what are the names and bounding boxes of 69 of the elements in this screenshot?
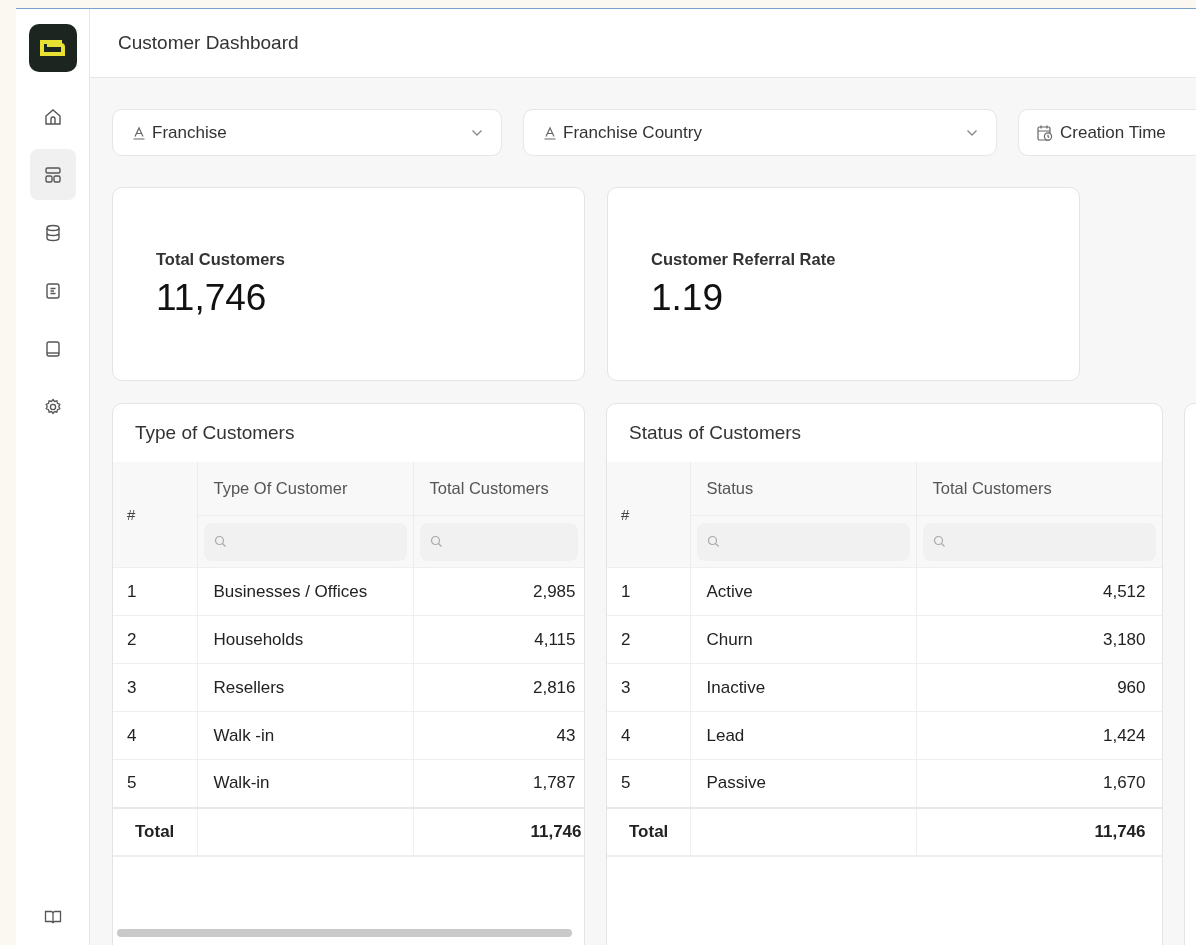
dashboard-icon <box>42 164 63 185</box>
total-label: Total <box>113 807 197 856</box>
table-cell: 2,816 <box>413 663 584 712</box>
search-icon <box>429 535 443 548</box>
table-cell: Households <box>197 615 413 664</box>
column-header: Total Customers <box>916 462 1162 516</box>
table-cell: 3 <box>113 663 197 712</box>
table-cell: Active <box>690 567 916 616</box>
sidebar-item[interactable] <box>29 149 76 200</box>
search-field[interactable] <box>203 522 407 561</box>
filter-dropdown[interactable]: Franchise Country <box>523 109 997 156</box>
column-header: # <box>607 462 690 568</box>
search-icon <box>932 535 946 548</box>
column-header: # <box>113 462 197 568</box>
table-cell: 5 <box>607 759 690 808</box>
metric-label: Customer Referral Rate <box>651 249 837 269</box>
table-cell: 5 <box>113 759 197 808</box>
metric-label: Total Customers <box>156 249 286 269</box>
table-cell: Businesses / Offices <box>197 567 413 616</box>
table-cell: 4 <box>113 711 197 760</box>
scrollbar[interactable] <box>117 929 572 937</box>
column-header: Status <box>690 462 916 516</box>
table-cell: 1 <box>607 567 690 616</box>
page-title: Customer Dashboard <box>118 32 299 54</box>
column-header: Type Of Customer <box>197 462 413 516</box>
chevron-down-icon <box>471 128 483 137</box>
home-icon <box>42 106 63 127</box>
table-cell: Walk-in <box>197 759 413 808</box>
table-cell: Inactive <box>690 663 916 712</box>
open-book-icon[interactable] <box>43 909 62 925</box>
table-cell: 4,512 <box>916 567 1162 616</box>
table-cell: 1,787 <box>413 759 584 808</box>
table-cell: 3 <box>607 663 690 712</box>
search-field[interactable] <box>922 522 1156 561</box>
metric-value: 11,746 <box>156 276 268 319</box>
chevron-down-icon <box>966 128 978 137</box>
table-cell: 2,985 <box>413 567 584 616</box>
text-type-icon <box>132 125 146 140</box>
table-cell: Lead <box>690 711 916 760</box>
total-label: Total <box>607 807 690 856</box>
calendar-clock-icon <box>1036 123 1054 142</box>
logo-icon <box>28 24 77 72</box>
filter-dropdown[interactable]: Franchise <box>112 109 502 156</box>
total-value: 11,746 <box>413 807 584 856</box>
search-field[interactable] <box>419 522 578 561</box>
table-title: Type of Customers <box>134 421 296 445</box>
text-type-icon <box>543 125 557 140</box>
column-header: Total Customers <box>413 462 584 516</box>
total-value: 11,746 <box>916 807 1162 856</box>
table-cell: Walk -in <box>197 711 413 760</box>
table-cell: 1 <box>113 567 197 616</box>
table-cell: 43 <box>413 711 584 760</box>
table-cell: Resellers <box>197 663 413 712</box>
search-icon <box>706 535 720 548</box>
table-cell: 1,670 <box>916 759 1162 808</box>
table-cell: 1,424 <box>916 711 1162 760</box>
table-cell: Churn <box>690 615 916 664</box>
table-cell: 2 <box>607 615 690 664</box>
table-title: Status of Customers <box>628 421 803 445</box>
table-cell: 4,115 <box>413 615 584 664</box>
table-cell: 2 <box>113 615 197 664</box>
search-field[interactable] <box>696 522 910 561</box>
table-cell: 960 <box>916 663 1162 712</box>
search-icon <box>213 535 227 548</box>
metric-value: 1.19 <box>651 276 724 319</box>
filter-dropdown[interactable]: Creation Time <box>1018 109 1196 156</box>
table-cell: Passive <box>690 759 916 808</box>
table-cell: 3,180 <box>916 615 1162 664</box>
table-cell: 4 <box>607 711 690 760</box>
